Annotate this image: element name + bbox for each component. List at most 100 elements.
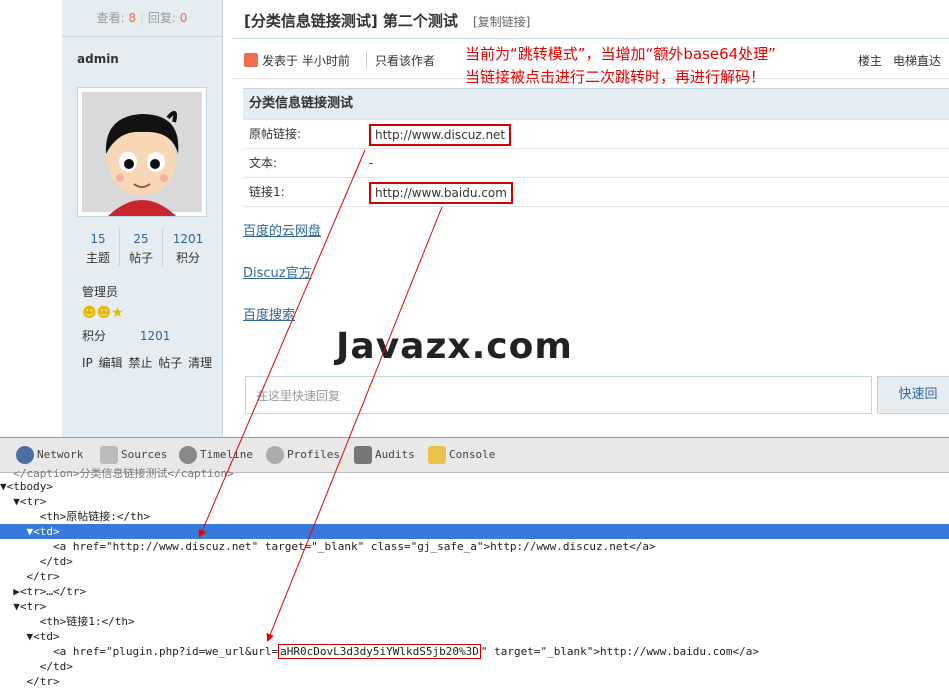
code-line[interactable]: </tr>	[0, 674, 949, 689]
action-ban[interactable]: 禁止	[128, 356, 152, 370]
quick-reply-button[interactable]: 快速回	[877, 376, 949, 414]
quick-reply-placeholder: 在这里快速回复	[256, 389, 341, 403]
credit-value: 1201	[139, 329, 171, 343]
tab-label: Audits	[375, 448, 415, 461]
table-row: 文本: -	[243, 148, 949, 177]
page-title: [分类信息链接测试] 第二个测试	[244, 12, 458, 30]
annotation-line-2: 当链接被点击进行二次跳转时，再进行解码！	[465, 68, 766, 86]
code-line[interactable]: </tr>	[0, 569, 949, 584]
code-line[interactable]: <th>原帖链接:</th>	[0, 509, 949, 524]
quick-reply-input[interactable]: 在这里快速回复	[245, 376, 872, 414]
table-caption: 分类信息链接测试	[243, 88, 949, 119]
action-ip[interactable]: IP	[82, 356, 93, 370]
views-label: 查看:	[96, 11, 125, 25]
link-1[interactable]: http://www.baidu.com	[369, 182, 513, 204]
action-clean[interactable]: 清理	[188, 356, 212, 370]
code-line[interactable]: ▼<td>	[0, 629, 949, 644]
author-stats: 15 主题 25 帖子 1201 积分	[77, 228, 207, 268]
tab-profiles[interactable]: Profiles	[266, 445, 340, 465]
sources-icon	[100, 446, 118, 464]
code-fragment: " target="_blank">http://www.baidu.com</…	[480, 645, 759, 658]
post-time: 发表于 半小时前	[262, 54, 350, 68]
original-link[interactable]: http://www.discuz.net	[369, 124, 512, 146]
code-line[interactable]: ▼<tr>	[0, 494, 949, 509]
stat-value: 15	[90, 232, 106, 246]
body-link-baidu-pan[interactable]: 百度的云网盘	[243, 220, 321, 239]
tab-label: Console	[449, 448, 496, 461]
stat-label: 主题	[85, 251, 110, 265]
avatar-image	[82, 92, 202, 216]
stat-credits[interactable]: 1201 积分	[167, 228, 209, 266]
copy-link-button[interactable]: [复制链接]	[473, 13, 530, 30]
stat-value: 1201	[172, 232, 204, 246]
tab-label: Profiles	[287, 448, 340, 461]
devtools-panel: Network Sources Timeline Profiles Audits…	[0, 437, 949, 691]
stat-posts[interactable]: 25 帖子	[120, 228, 163, 266]
body-link-discuz[interactable]: Discuz官方	[243, 262, 312, 281]
tab-label: Sources	[121, 448, 168, 461]
classified-info-table: 分类信息链接测试 原帖链接: http://www.discuz.net 文本:…	[243, 88, 949, 207]
action-edit[interactable]: 编辑	[99, 356, 123, 370]
tab-console[interactable]: Console	[428, 445, 495, 465]
code-line[interactable]: <a href="plugin.php?id=we_url&url= aHR0cD…	[0, 644, 949, 659]
row-label: 原帖链接:	[249, 127, 302, 141]
credit-label: 积分	[82, 329, 107, 343]
stat-threads[interactable]: 15 主题	[77, 228, 120, 266]
code-line[interactable]: <a href="http://www.discuz.net" target="…	[0, 539, 949, 554]
table-row: 链接1: http://www.baidu.com	[243, 177, 949, 207]
base64-url-highlight: aHR0cDovL3d3dy5iYWlkdS5jb20%3D	[278, 644, 481, 659]
code-line-selected[interactable]: ▼<td>	[0, 524, 949, 539]
floor-label: 楼主	[858, 54, 883, 68]
code-line[interactable]: </td>	[0, 554, 949, 569]
post-meta: 发表于 半小时前	[244, 52, 350, 69]
smiley-icon: ☻	[82, 305, 97, 321]
elements-tree: </caption>分类信息链接测试</caption> ▼<tbody> ▼<…	[0, 467, 949, 691]
code-line[interactable]: <th>链接1:</th>	[0, 614, 949, 629]
console-icon	[428, 446, 446, 464]
user-group[interactable]: 管理员	[82, 283, 118, 300]
watermark: Javazx.com	[336, 326, 573, 367]
body-link-baidu-search[interactable]: 百度搜索	[243, 304, 295, 323]
audits-icon	[354, 446, 372, 464]
tab-label: Network	[37, 448, 84, 461]
annotation-line-1: 当前为“跳转模式”，当增加“额外base64处理”	[465, 45, 776, 63]
page-margin	[0, 0, 62, 437]
code-line[interactable]: </td>	[0, 659, 949, 674]
replies-count: 0	[179, 11, 188, 25]
row-value: -	[369, 156, 374, 170]
code-line[interactable]: ▶<tr>…</tr>	[0, 584, 949, 599]
code-fragment: <a href="plugin.php?id=we_url&url=	[0, 645, 279, 658]
row-label: 链接1:	[249, 185, 285, 199]
divider	[233, 38, 949, 39]
code-line[interactable]: ▼<tr>	[0, 599, 949, 614]
stat-label: 帖子	[128, 251, 153, 265]
medals: ☻☻★	[82, 305, 124, 321]
row-label: 文本:	[249, 156, 278, 170]
tab-audits[interactable]: Audits	[354, 445, 415, 465]
author-name[interactable]: admin	[77, 52, 119, 66]
elevator-link[interactable]: 电梯直达	[893, 52, 941, 69]
network-icon	[16, 446, 34, 464]
table-row: 原帖链接: http://www.discuz.net	[243, 119, 949, 148]
tab-label: Timeline	[200, 448, 253, 461]
views-count: 8	[128, 11, 137, 25]
thread-stats: 查看: 8 | 回复: 0	[62, 0, 222, 37]
profiles-icon	[266, 446, 284, 464]
tab-sources[interactable]: Sources	[100, 445, 167, 465]
only-author-link[interactable]: 只看该作者	[366, 52, 435, 69]
replies-label: 回复:	[147, 11, 176, 25]
avatar[interactable]	[77, 87, 207, 217]
code-line[interactable]: ▼<tbody>	[0, 479, 949, 494]
tab-network[interactable]: Network	[16, 445, 83, 465]
action-posts[interactable]: 帖子	[158, 356, 182, 370]
tab-timeline[interactable]: Timeline	[179, 445, 253, 465]
star-icon: ★	[111, 305, 124, 321]
timeline-icon	[179, 446, 197, 464]
forum-post-area: 查看: 8 | 回复: 0 admin 15 主题 25 帖子 1201 积分 …	[0, 0, 949, 437]
credit-row: 积分 1201	[82, 327, 170, 344]
stat-value: 25	[133, 232, 149, 246]
smiley-icon: ☻	[96, 305, 112, 321]
stat-label: 积分	[175, 251, 200, 265]
user-icon	[244, 53, 258, 67]
admin-actions: IP 编辑 禁止 帖子 清理	[82, 354, 214, 371]
